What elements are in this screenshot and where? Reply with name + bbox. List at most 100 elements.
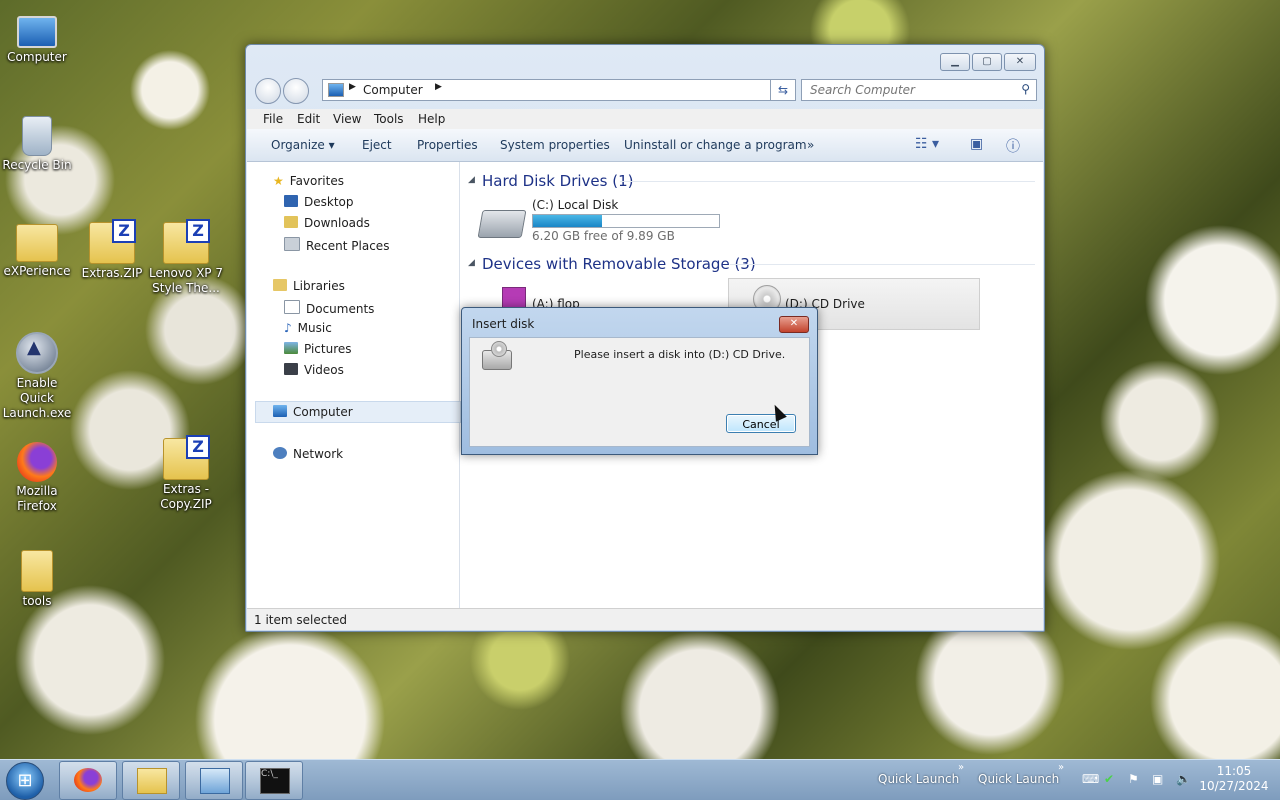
nav-pictures[interactable]: Pictures <box>284 342 352 356</box>
network-icon <box>273 447 287 459</box>
refresh-button[interactable]: ⇆ <box>770 79 796 101</box>
drive-c-name: (C:) Local Disk <box>532 198 619 212</box>
menu-tools[interactable]: Tools <box>374 112 404 126</box>
quick-launch-app-icon <box>16 332 58 374</box>
clock-date: 10/27/2024 <box>1199 779 1269 793</box>
cd-drive-icon <box>482 341 512 370</box>
more-commands-button[interactable]: » <box>807 138 814 152</box>
minimize-button[interactable]: ▁ <box>940 53 970 71</box>
system-clock[interactable]: 11:05 10/27/2024 <box>1196 764 1272 794</box>
desktop-icon-label: Recycle Bin <box>2 158 72 172</box>
chevron-right-icon[interactable]: ▶ <box>349 82 356 92</box>
nav-label: Recent Places <box>306 239 390 253</box>
nav-music[interactable]: ♪ Music <box>284 321 332 335</box>
firefox-icon <box>17 442 57 482</box>
organize-button[interactable]: Organize ▾ <box>271 138 335 152</box>
change-view-icon[interactable]: ☷ ▾ <box>915 136 939 152</box>
nav-label: Pictures <box>304 342 352 356</box>
hard-drive-icon <box>477 210 527 238</box>
nav-documents[interactable]: Documents <box>284 300 374 316</box>
collapse-arrow-icon[interactable]: ◢ <box>468 258 475 268</box>
start-button[interactable]: ⊞ <box>6 762 44 800</box>
forward-button[interactable] <box>283 78 309 104</box>
menu-view[interactable]: View <box>333 112 361 126</box>
collapse-arrow-icon[interactable]: ◢ <box>468 175 475 185</box>
nav-videos[interactable]: Videos <box>284 363 344 377</box>
search-icon[interactable]: ⚲ <box>1021 82 1030 96</box>
desktop-icon-experience[interactable]: eXPerience <box>0 224 74 279</box>
nav-libraries[interactable]: Libraries <box>273 279 345 293</box>
desktop-icon-firefox[interactable]: Mozilla Firefox <box>0 442 74 514</box>
nav-label: Network <box>293 447 344 461</box>
desktop-icon-tools[interactable]: tools <box>0 550 74 609</box>
firefox-icon <box>74 768 102 792</box>
desktop-icon-enable-quick-launch[interactable]: Enable Quick Launch.exe <box>0 332 74 421</box>
menu-help[interactable]: Help <box>418 112 445 126</box>
taskbar-explorer[interactable] <box>122 761 180 800</box>
nav-computer[interactable]: Computer <box>273 405 353 419</box>
security-shield-icon[interactable]: ✔ <box>1104 772 1114 786</box>
status-bar: 1 item selected <box>247 608 1043 630</box>
properties-button[interactable]: Properties <box>417 138 478 152</box>
preview-pane-icon[interactable]: ▣ <box>970 136 983 152</box>
organize-label: Organize <box>271 138 325 152</box>
desktop-icon-extras-zip[interactable]: Extras.ZIP <box>75 219 149 281</box>
desktop-icon-lenovo-theme[interactable]: Lenovo XP 7 Style The... <box>149 219 223 296</box>
search-box[interactable]: ⚲ <box>801 79 1037 101</box>
taskbar-firefox[interactable] <box>59 761 117 800</box>
control-panel-icon <box>200 768 230 794</box>
nav-favorites[interactable]: ★ Favorites <box>273 174 344 188</box>
dialog-title: Insert disk <box>472 317 535 331</box>
chevron-right-icon[interactable]: ▶ <box>435 82 442 92</box>
desktop-icon-label: Lenovo XP 7 Style The... <box>149 266 223 295</box>
help-icon[interactable]: ⓘ <box>1006 136 1020 156</box>
dialog-close-button[interactable]: ✕ <box>779 316 809 333</box>
group-divider <box>620 181 1035 182</box>
documents-icon <box>284 300 300 314</box>
desktop-icon-recycle-bin[interactable]: Recycle Bin <box>0 116 74 173</box>
folder-icon <box>137 768 167 794</box>
menu-edit[interactable]: Edit <box>297 112 320 126</box>
quick-launch-toolbar[interactable]: Quick Launch <box>878 772 959 786</box>
close-button[interactable]: ✕ <box>1004 53 1036 71</box>
system-properties-button[interactable]: System properties <box>500 138 610 152</box>
desktop-icon-label: tools <box>22 594 52 608</box>
maximize-button[interactable]: ▢ <box>972 53 1002 71</box>
nav-label: Downloads <box>304 216 370 230</box>
network-status-icon[interactable]: ▣ <box>1152 772 1163 786</box>
navigation-pane: ★ Favorites Desktop Downloads Recent Plac… <box>247 162 461 609</box>
status-text: 1 item selected <box>254 613 348 627</box>
group-removable-storage[interactable]: Devices with Removable Storage (3) <box>482 255 756 273</box>
search-input[interactable] <box>808 80 1012 100</box>
nav-label: Desktop <box>304 195 354 209</box>
music-icon: ♪ <box>284 321 292 335</box>
dialog-body: Please insert a disk into (D:) CD Drive.… <box>469 337 810 447</box>
command-prompt-icon: C:\_ <box>260 768 290 794</box>
keyboard-icon[interactable]: ⌨ <box>1082 772 1099 786</box>
desktop-icon-extras-copy-zip[interactable]: Extras - Copy.ZIP <box>149 435 223 512</box>
nav-downloads[interactable]: Downloads <box>284 216 370 230</box>
nav-recent-places[interactable]: Recent Places <box>284 237 389 253</box>
drive-c-usage-bar <box>532 214 720 228</box>
menu-file[interactable]: File <box>263 112 283 126</box>
group-hard-disk-drives[interactable]: Hard Disk Drives (1) <box>482 172 633 190</box>
computer-icon <box>328 83 344 97</box>
volume-muted-icon[interactable]: 🔈 <box>1176 772 1191 786</box>
back-button[interactable] <box>255 78 281 104</box>
action-center-flag-icon[interactable]: ⚑ <box>1128 772 1139 786</box>
zip-folder-icon <box>89 219 136 264</box>
chevron-right-icon[interactable]: » <box>958 762 964 773</box>
quick-launch-toolbar[interactable]: Quick Launch <box>978 772 1059 786</box>
chevron-right-icon[interactable]: » <box>1058 762 1064 773</box>
taskbar-command-prompt[interactable]: C:\_ <box>245 761 303 800</box>
navigation-bar: ▶ Computer ▶ ▼ ⇆ ⚲ <box>254 77 1037 104</box>
taskbar: ⊞ C:\_ Quick Launch » Quick Launch » ⌨ ✔… <box>0 759 1280 800</box>
uninstall-program-button[interactable]: Uninstall or change a program <box>624 138 807 152</box>
nav-network[interactable]: Network <box>273 447 343 461</box>
eject-button[interactable]: Eject <box>362 138 392 152</box>
address-bar[interactable]: ▶ Computer ▶ ▼ <box>322 79 794 101</box>
taskbar-control-panel[interactable] <box>185 761 243 800</box>
desktop-icon-computer[interactable]: Computer <box>0 10 74 65</box>
nav-desktop[interactable]: Desktop <box>284 195 354 209</box>
breadcrumb-computer[interactable]: Computer <box>363 83 423 97</box>
